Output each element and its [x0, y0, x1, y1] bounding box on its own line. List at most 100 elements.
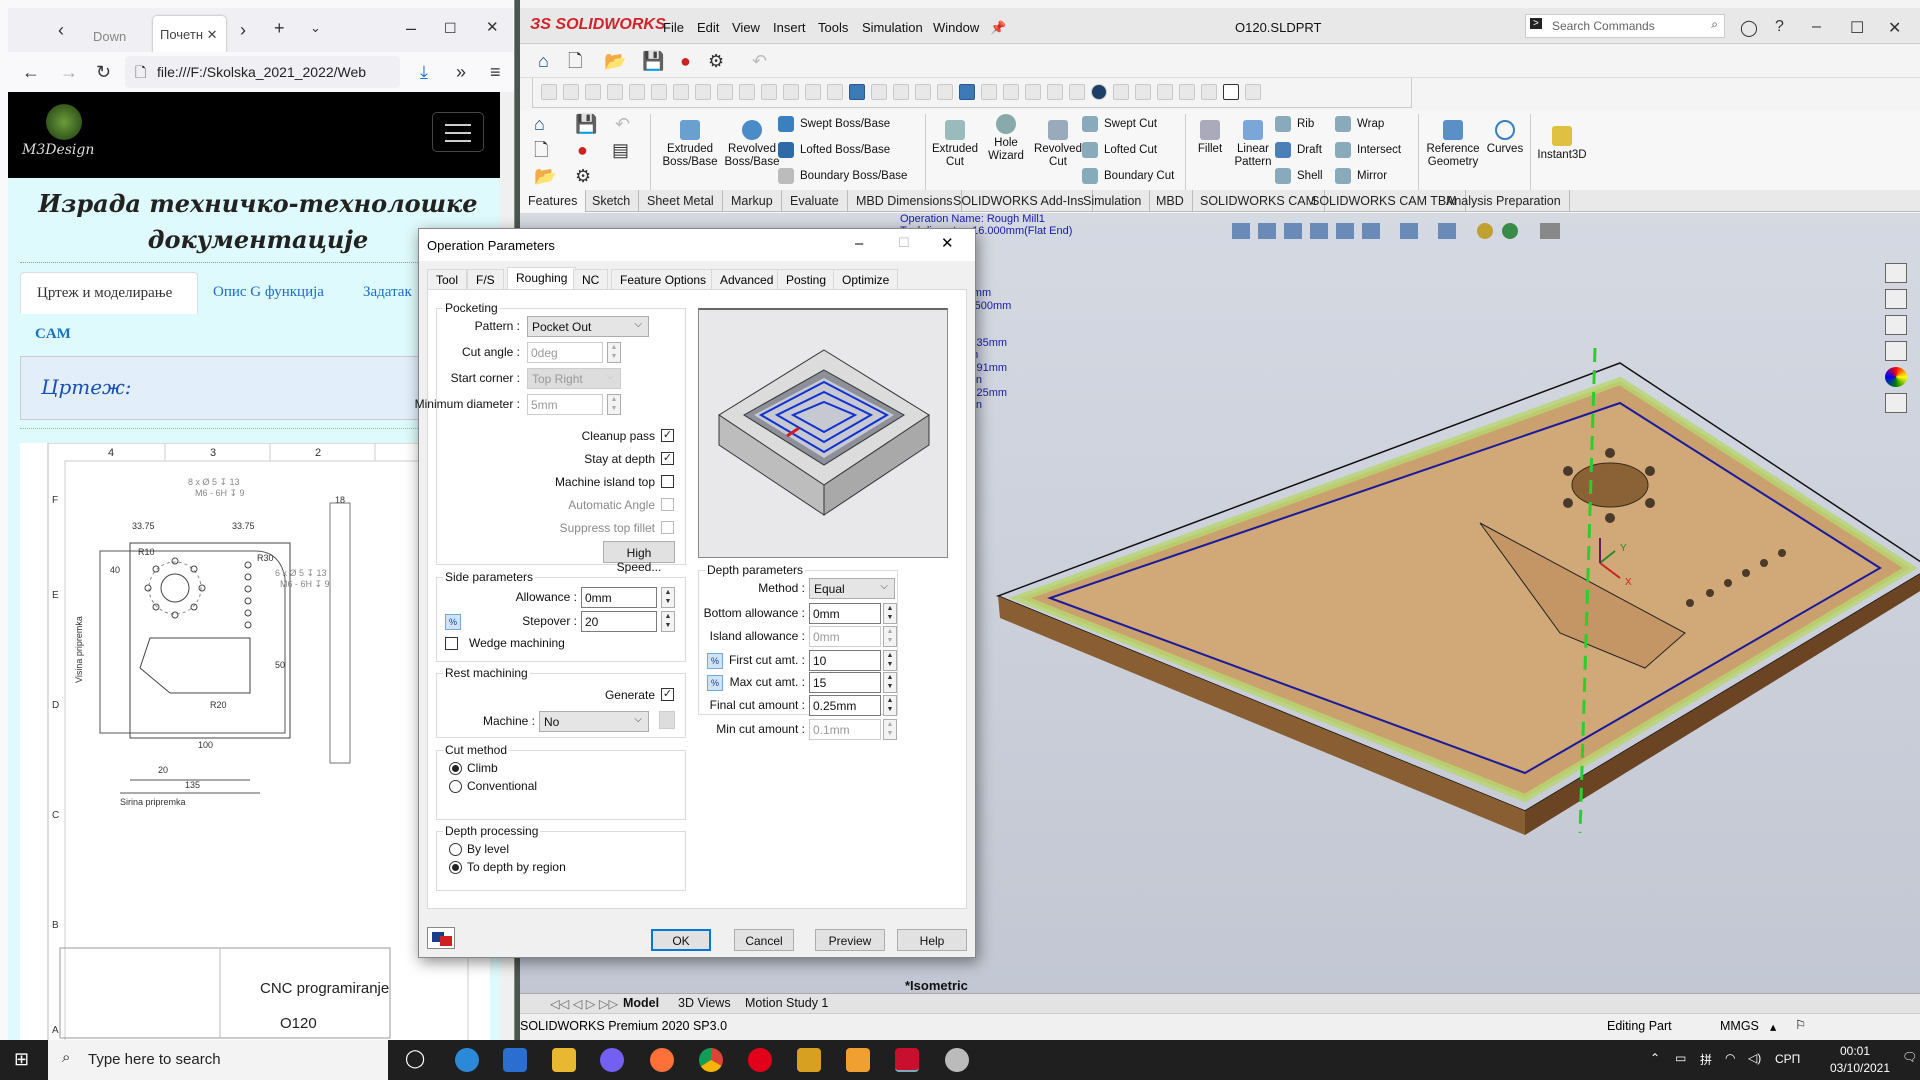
swept-cut-button[interactable]: Swept Cut	[1082, 116, 1157, 132]
tab-sheet-metal[interactable]: Sheet Metal	[639, 190, 723, 212]
tab-addins[interactable]: SOLIDWORKS Add-Ins	[945, 190, 1093, 212]
undo-icon[interactable]: ↶	[752, 51, 767, 71]
tab-list-icon[interactable]: ⌄	[310, 18, 321, 38]
cut-angle-input[interactable]: 0deg	[527, 342, 603, 363]
wedge-machining-checkbox[interactable]	[445, 637, 458, 650]
previous-view-icon[interactable]	[1284, 223, 1302, 239]
help-icon[interactable]: ?	[1775, 18, 1784, 36]
max-cut-percent-toggle[interactable]: %	[707, 675, 723, 691]
wifi-icon[interactable]: ◠	[1725, 1051, 1735, 1065]
first-cut-input[interactable]: 10	[809, 650, 881, 671]
ok-button[interactable]: OK	[651, 929, 711, 951]
tab-close-icon[interactable]: ✕	[207, 27, 218, 42]
overflow-chevron-icon[interactable]: »	[456, 62, 466, 82]
appearances-icon[interactable]	[1885, 367, 1907, 387]
view-palette-icon[interactable]	[1885, 341, 1907, 361]
viber-icon[interactable]	[600, 1048, 624, 1072]
tab-markup[interactable]: Markup	[723, 190, 782, 212]
high-speed-button[interactable]: High Speed...	[603, 541, 675, 574]
stepover-input[interactable]: 20	[581, 611, 657, 632]
menu-simulation[interactable]: Simulation	[862, 20, 923, 35]
downloads-icon[interactable]: ⤓	[420, 62, 428, 82]
toolbar-icon[interactable]	[651, 84, 667, 100]
stay-at-depth-checkbox[interactable]: ✓	[661, 452, 674, 465]
design-library-icon[interactable]	[1885, 289, 1907, 309]
tab-advanced[interactable]: Advanced	[711, 269, 783, 289]
tab-motion-study[interactable]: Motion Study 1	[745, 996, 828, 1010]
toolbar-icon-boxed[interactable]	[1223, 84, 1239, 100]
solidworks-taskbar-icon[interactable]	[895, 1048, 919, 1072]
rebuild-traffic-light-icon[interactable]: ●	[680, 51, 691, 71]
hole-wizard-button[interactable]: Hole Wizard	[982, 114, 1030, 163]
stepover-percent-toggle[interactable]: %	[445, 614, 461, 630]
machine-select[interactable]: No ⌵	[539, 711, 649, 732]
dialog-close-icon[interactable]: ✕	[941, 234, 954, 252]
pattern-select[interactable]: Pocket Out ⌵	[527, 316, 649, 337]
minimize-icon[interactable]: –	[406, 18, 416, 38]
final-cut-input[interactable]: 0.25mm	[809, 695, 881, 716]
tab-nc[interactable]: NC	[573, 269, 609, 289]
min-diameter-input[interactable]: 5mm	[527, 394, 603, 415]
linear-pattern-button[interactable]: Linear Pattern	[1230, 120, 1276, 169]
swept-boss-button[interactable]: Swept Boss/Base	[778, 116, 890, 132]
app-icon[interactable]	[945, 1048, 969, 1072]
tab-fs[interactable]: F/S	[467, 269, 504, 289]
tab-3d-views[interactable]: 3D Views	[678, 996, 731, 1010]
sw-close-icon[interactable]: ✕	[1888, 18, 1901, 38]
rib-button[interactable]: Rib	[1275, 116, 1314, 132]
browser-tab-active[interactable]: Почетн ✕	[153, 16, 226, 54]
revolved-cut-button[interactable]: Revolved Cut	[1032, 120, 1084, 169]
cm-home-icon[interactable]: ⌂	[534, 114, 545, 134]
save-icon[interactable]: 💾	[642, 51, 664, 71]
maximize-icon[interactable]: ☐	[444, 18, 457, 38]
zoom-fit-icon[interactable]	[1232, 223, 1250, 239]
boundary-boss-button[interactable]: Boundary Boss/Base	[778, 168, 907, 184]
toolbar-icon[interactable]	[1201, 84, 1217, 100]
toolbar-icon[interactable]	[981, 84, 997, 100]
shell-button[interactable]: Shell	[1275, 168, 1323, 184]
tab-scroll-right-icon[interactable]: ›	[240, 20, 246, 40]
search-commands-input[interactable]: > Search Commands ⌕	[1525, 14, 1725, 38]
toolbar-icon[interactable]	[563, 84, 579, 100]
display-style-icon[interactable]	[1400, 223, 1418, 239]
menu-window[interactable]: Window	[933, 20, 979, 35]
opera-icon[interactable]	[748, 1048, 772, 1072]
view-settings-icon[interactable]	[1540, 223, 1560, 239]
toolbar-icon-active[interactable]	[849, 84, 865, 100]
site-tab-g-functions[interactable]: Опис G функција	[213, 284, 324, 301]
toolbar-icon[interactable]	[673, 84, 689, 100]
automatic-angle-checkbox[interactable]	[661, 498, 674, 511]
toolbar-icon[interactable]	[1135, 84, 1151, 100]
bottom-allowance-spinner[interactable]: ▲ ▼	[883, 603, 897, 624]
cm-new-icon[interactable]: 🗋	[534, 140, 548, 160]
toolbar-icon[interactable]	[1179, 84, 1195, 100]
section-view-icon[interactable]	[1310, 223, 1328, 239]
menu-icon[interactable]: ≡	[490, 62, 501, 82]
reload-icon[interactable]: ↻	[96, 62, 111, 82]
island-allowance-input[interactable]: 0mm	[809, 626, 881, 647]
toolbar-icon[interactable]	[1069, 84, 1085, 100]
language-indicator[interactable]: СРП	[1775, 1052, 1800, 1066]
toolbar-icon[interactable]	[585, 84, 601, 100]
user-icon[interactable]: ◯	[1740, 18, 1758, 38]
cancel-button[interactable]: Cancel	[734, 929, 794, 951]
revolved-boss-button[interactable]: Revolved Boss/Base	[722, 120, 782, 169]
toolbar-icon[interactable]	[739, 84, 755, 100]
pin-icon[interactable]: 📌	[990, 20, 1006, 36]
menu-view[interactable]: View	[732, 20, 760, 35]
help-bubble-icon[interactable]	[1091, 84, 1107, 100]
tab-optimize[interactable]: Optimize	[833, 269, 899, 289]
tab-analysis-preparation[interactable]: Analysis Preparation	[1438, 190, 1570, 212]
browser-tab-downloads[interactable]: Down	[93, 18, 148, 54]
stepover-spinner[interactable]: ▲ ▼	[661, 611, 675, 632]
site-tab-cam[interactable]: CAM	[35, 326, 71, 343]
max-cut-input[interactable]: 15	[809, 672, 881, 693]
toolbar-icon[interactable]	[1245, 84, 1261, 100]
tray-chevron-icon[interactable]: ⌃	[1650, 1051, 1660, 1065]
cm-rebuild-icon[interactable]: ●	[577, 140, 588, 160]
options-gear-icon[interactable]: ⚙	[708, 51, 724, 71]
site-tab-task[interactable]: Задатак	[363, 284, 412, 301]
boundary-cut-button[interactable]: Boundary Cut	[1082, 168, 1174, 184]
menu-edit[interactable]: Edit	[697, 20, 719, 35]
media-player-icon[interactable]	[797, 1048, 821, 1072]
